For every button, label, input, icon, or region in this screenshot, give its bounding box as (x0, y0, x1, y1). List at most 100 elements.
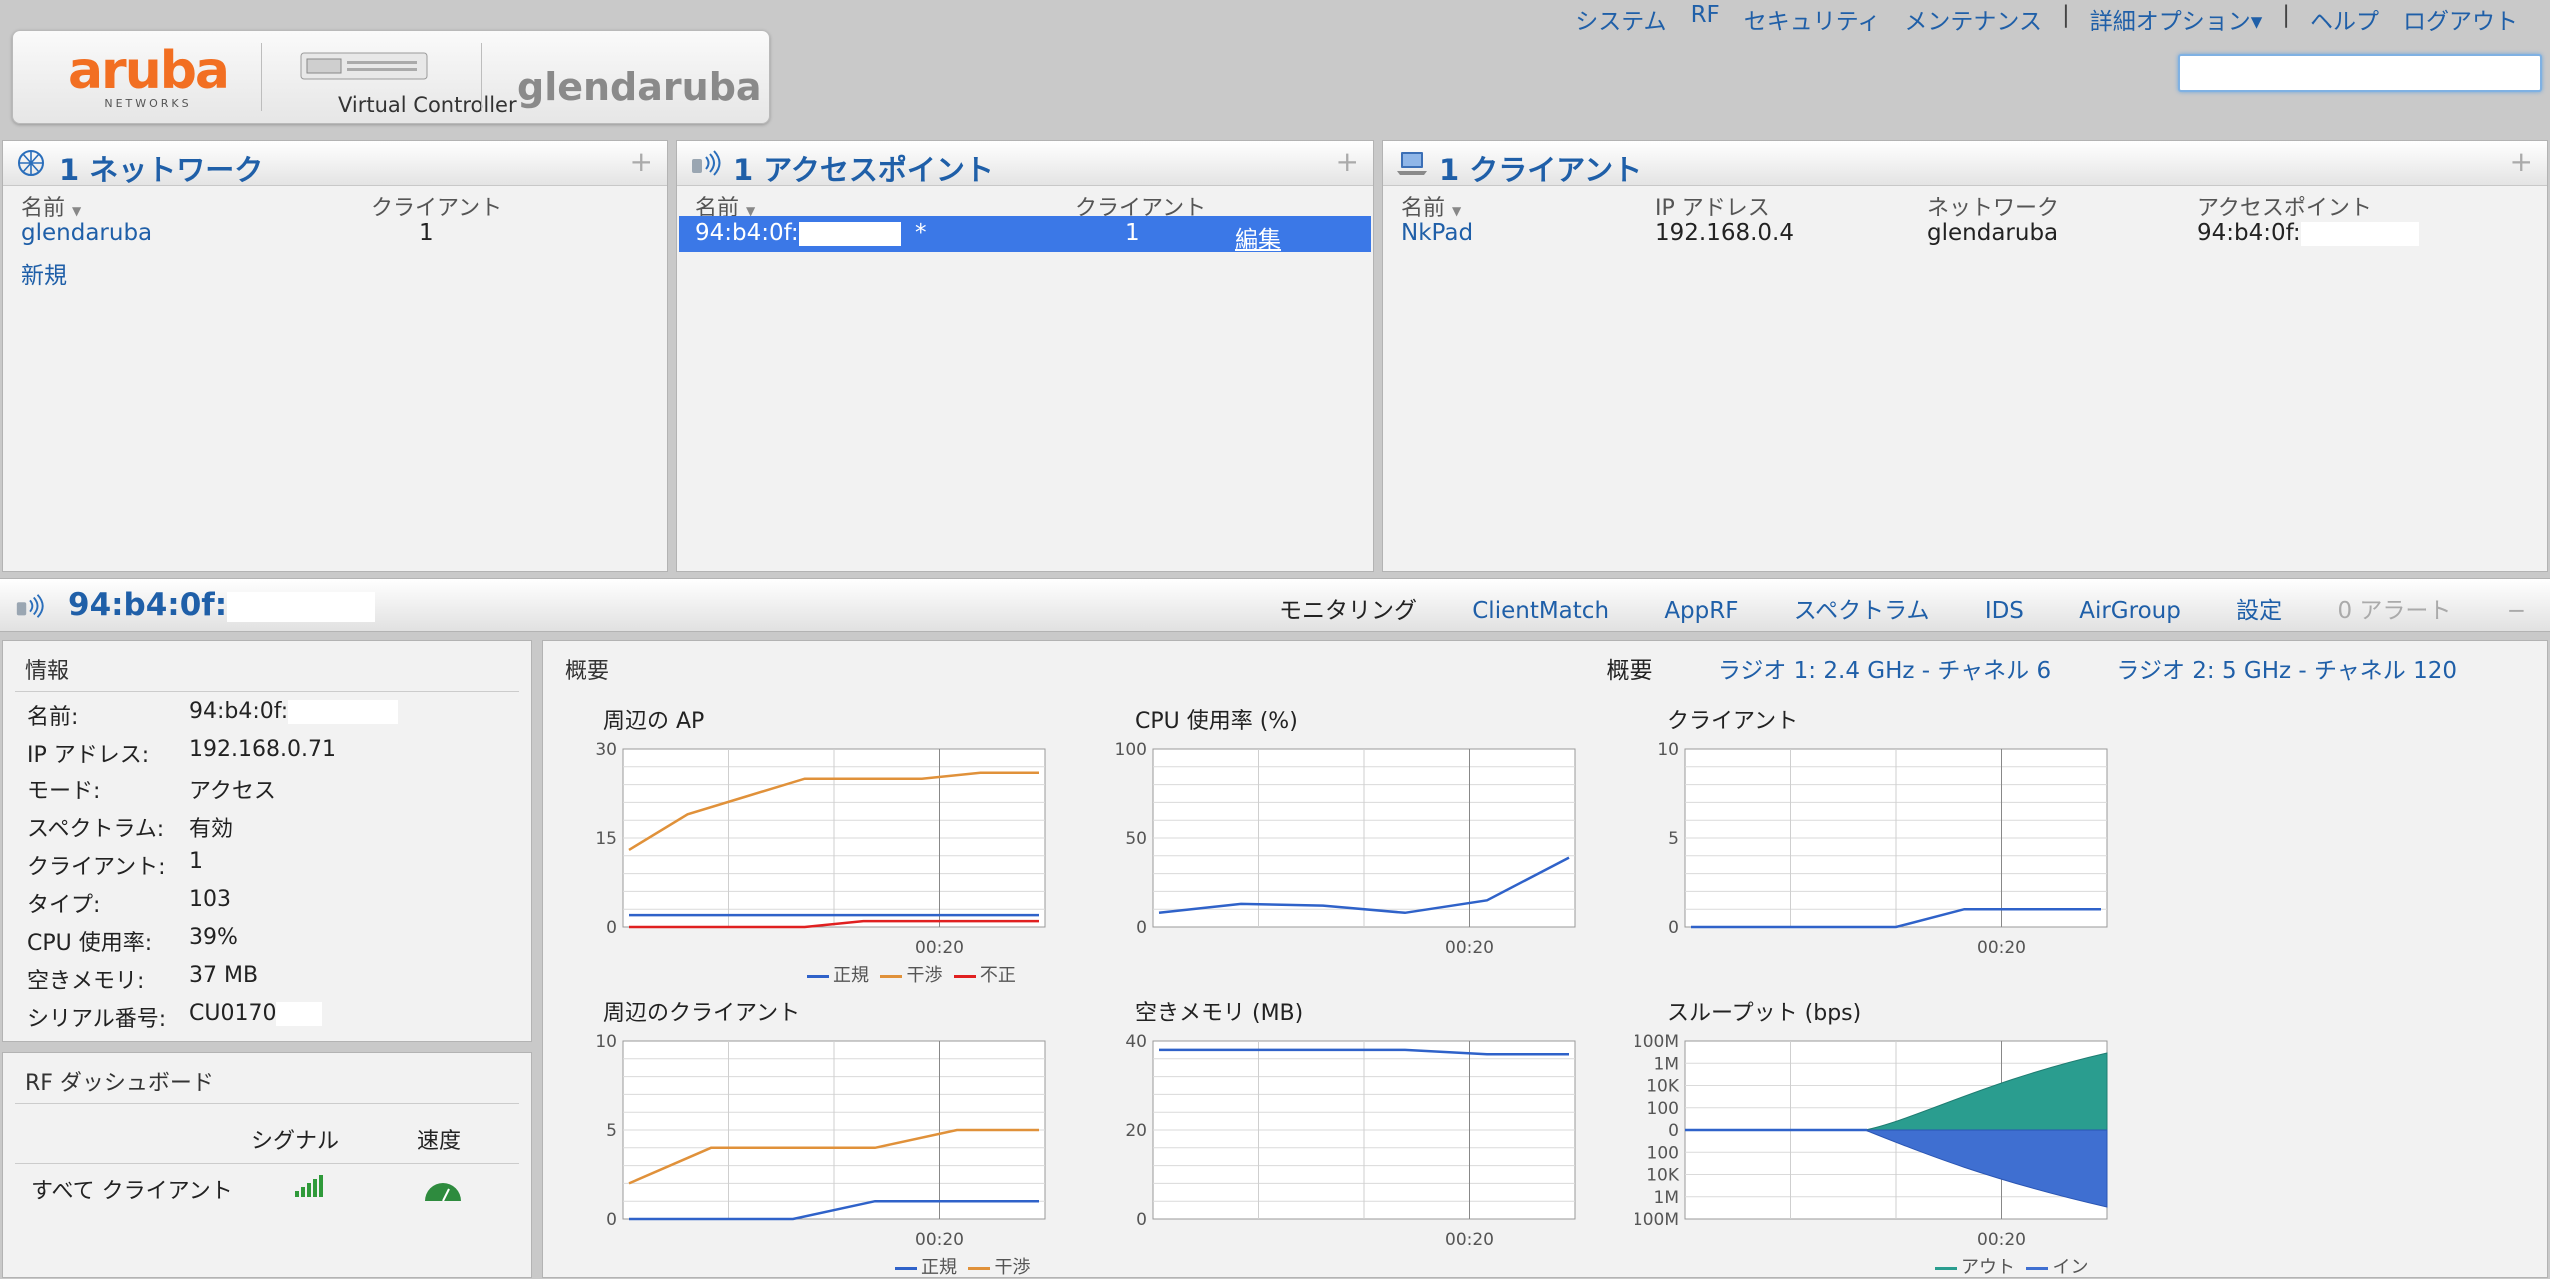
hostname: glendaruba (517, 65, 762, 109)
nav-help[interactable]: ヘルプ (2310, 2, 2379, 36)
add-client-icon[interactable]: + (2510, 145, 2533, 178)
free-memory-chart: 40 20 0 00:20 (1125, 1033, 1576, 1250)
tab-summary[interactable]: 概要 (1607, 658, 1653, 684)
tab-spectrum[interactable]: スペクトラム (1794, 598, 1930, 624)
add-access-point-icon[interactable]: + (1336, 145, 1359, 178)
info-row: シリアル番号: CU0170 (27, 1001, 323, 1033)
y-tick-label: 10 (595, 1033, 617, 1052)
chart-legend: アウト イン (1935, 1253, 2088, 1279)
tab-clientmatch[interactable]: ClientMatch (1472, 598, 1609, 624)
nav-security[interactable]: セキュリティ (1744, 2, 1881, 36)
x-tick-label: 00:20 (915, 1230, 964, 1250)
col-signal: シグナル (251, 1129, 340, 1154)
tab-ids[interactable]: IDS (1985, 598, 2024, 624)
x-tick-label: 00:20 (1977, 1230, 2026, 1250)
ap-client-count: 1 (1125, 220, 1140, 246)
y-tick-label: 0 (1136, 918, 1147, 938)
throughput-chart: 100M1M10K100010010K1M100M00:20 (1635, 1033, 2108, 1250)
y-tick-label: 10K (1646, 1166, 1680, 1186)
clients-panel: 1 クライアント + 名前 ▼ IP アドレス ネットワーク アクセスポイント … (1382, 140, 2548, 572)
x-tick-label: 00:20 (915, 938, 964, 958)
clients-title: 1 クライアント (1439, 153, 1643, 187)
edit-ap-link[interactable]: 編集 (1235, 220, 1281, 254)
y-tick-label: 100 (1647, 1143, 1679, 1163)
info-row: CPU 使用率: 39% (27, 925, 238, 956)
table-row[interactable]: NkPad 192.168.0.4 glendaruba 94:b4:0f: (1383, 216, 2547, 252)
y-tick-label: 0 (606, 918, 617, 938)
network-name-link[interactable]: glendaruba (21, 220, 152, 246)
client-ap: 94:b4:0f: (2197, 220, 2419, 246)
rf-dashboard-heading: RF ダッシュボード (25, 1071, 214, 1096)
nearby-ap-chart: 30 15 0 00:20 (595, 741, 1046, 958)
y-tick-label: 50 (1125, 829, 1147, 849)
info-panel: 情報 名前: 94:b4:0f: IP アドレス: 192.168.0.71 モード… (2, 640, 532, 1042)
rf-dashboard-panel: RF ダッシュボード シグナル 速度 すべて クライアント (2, 1052, 532, 1278)
info-heading: 情報 (25, 659, 70, 684)
y-tick-label: 5 (1668, 829, 1679, 849)
y-tick-label: 20 (1125, 1121, 1147, 1141)
y-tick-label: 0 (1668, 1121, 1679, 1141)
y-tick-label: 100M (1635, 1033, 1679, 1052)
client-name-link[interactable]: NkPad (1401, 220, 1473, 246)
tab-settings[interactable]: 設定 (2236, 598, 2282, 624)
search-input[interactable] (2178, 54, 2542, 92)
info-row: クライアント: 1 (27, 849, 203, 880)
add-network-icon[interactable]: + (630, 145, 653, 178)
new-network-link[interactable]: 新規 (21, 256, 67, 290)
tab-airgroup[interactable]: AirGroup (2079, 598, 2181, 624)
access-points-title: 1 アクセスポイント (733, 153, 994, 187)
access-point-icon (16, 594, 44, 618)
table-row-selected[interactable]: 94:b4:0f: * 1 編集 (679, 216, 1371, 254)
networks-panel: 1 ネットワーク + 名前 ▼ クライアント glendaruba 1 新規 (2, 140, 668, 572)
y-tick-label: 40 (1125, 1033, 1147, 1052)
ap-detail-tabs: モニタリング ClientMatch AppRF スペクトラム IDS AirG… (1231, 591, 2526, 625)
ap-flag: * (915, 220, 927, 246)
info-row: タイプ: 103 (27, 887, 231, 918)
y-tick-label: 30 (595, 741, 617, 760)
tab-radio-1[interactable]: ラジオ 1: 2.4 GHz - チャネル 6 (1718, 658, 2051, 684)
tab-alerts[interactable]: 0 アラート (2337, 598, 2451, 624)
info-row: モード: アクセス (27, 779, 276, 804)
cpu-usage-chart: 100 50 0 00:20 (1115, 741, 1576, 958)
collapse-button[interactable]: − (2507, 598, 2526, 624)
x-tick-label: 00:20 (1445, 938, 1494, 958)
chart-title-clients: クライアント (1667, 709, 1799, 734)
chart-title-nearby-clients: 周辺のクライアント (603, 1001, 801, 1026)
laptop-icon (1397, 152, 1427, 175)
table-row[interactable]: glendaruba 1 (3, 216, 667, 252)
y-tick-label: 15 (595, 829, 617, 849)
signal-bars-icon (295, 1175, 323, 1197)
ap-name: 94:b4:0f: (695, 220, 901, 246)
nav-system[interactable]: システム (1575, 2, 1666, 36)
info-row: IP アドレス: 192.168.0.71 (27, 737, 336, 768)
chart-title-throughput: スループット (bps) (1667, 1001, 1862, 1026)
overview-heading: 概要 (565, 659, 610, 684)
divider (481, 43, 482, 111)
brand-banner: aruba NETWORKS Virtual Controller glenda… (12, 30, 770, 124)
network-globe-icon (18, 150, 44, 176)
col-speed: 速度 (417, 1129, 462, 1154)
networks-title: 1 ネットワーク (59, 153, 264, 187)
y-tick-label: 100M (1635, 1210, 1679, 1230)
clients-chart: 10 5 0 00:20 (1657, 741, 2108, 958)
tab-monitoring[interactable]: モニタリング (1279, 598, 1417, 624)
tab-radio-2[interactable]: ラジオ 2: 5 GHz - チャネル 120 (2116, 658, 2457, 684)
info-row: スペクトラム: 有効 (27, 817, 234, 842)
x-tick-label: 00:20 (1445, 1230, 1494, 1250)
divider (261, 43, 262, 111)
y-tick-label: 5 (606, 1121, 617, 1141)
ap-detail-bar: 94:b4:0f: モニタリング ClientMatch AppRF スペクトラ… (0, 578, 2550, 632)
nav-maintenance[interactable]: メンテナンス (1904, 2, 2042, 36)
y-tick-label: 10 (1657, 741, 1679, 760)
y-tick-label: 0 (1136, 1210, 1147, 1230)
speed-gauge-icon (425, 1183, 461, 1201)
clients-header: 1 クライアント + (1383, 141, 2547, 187)
chart-legend: 正規 干渉 (895, 1253, 1030, 1279)
top-nav: システム RF セキュリティ メンテナンス | 詳細オプション▾ | ヘルプ ロ… (1575, 2, 2518, 36)
tab-apprf[interactable]: AppRF (1664, 598, 1738, 624)
nav-rf[interactable]: RF (1691, 2, 1720, 36)
controller-device-icon (300, 52, 428, 80)
nav-logout[interactable]: ログアウト (2403, 2, 2518, 36)
nav-advanced-options[interactable]: 詳細オプション▾ (2090, 2, 2263, 36)
y-tick-label: 1M (1654, 1188, 1679, 1208)
